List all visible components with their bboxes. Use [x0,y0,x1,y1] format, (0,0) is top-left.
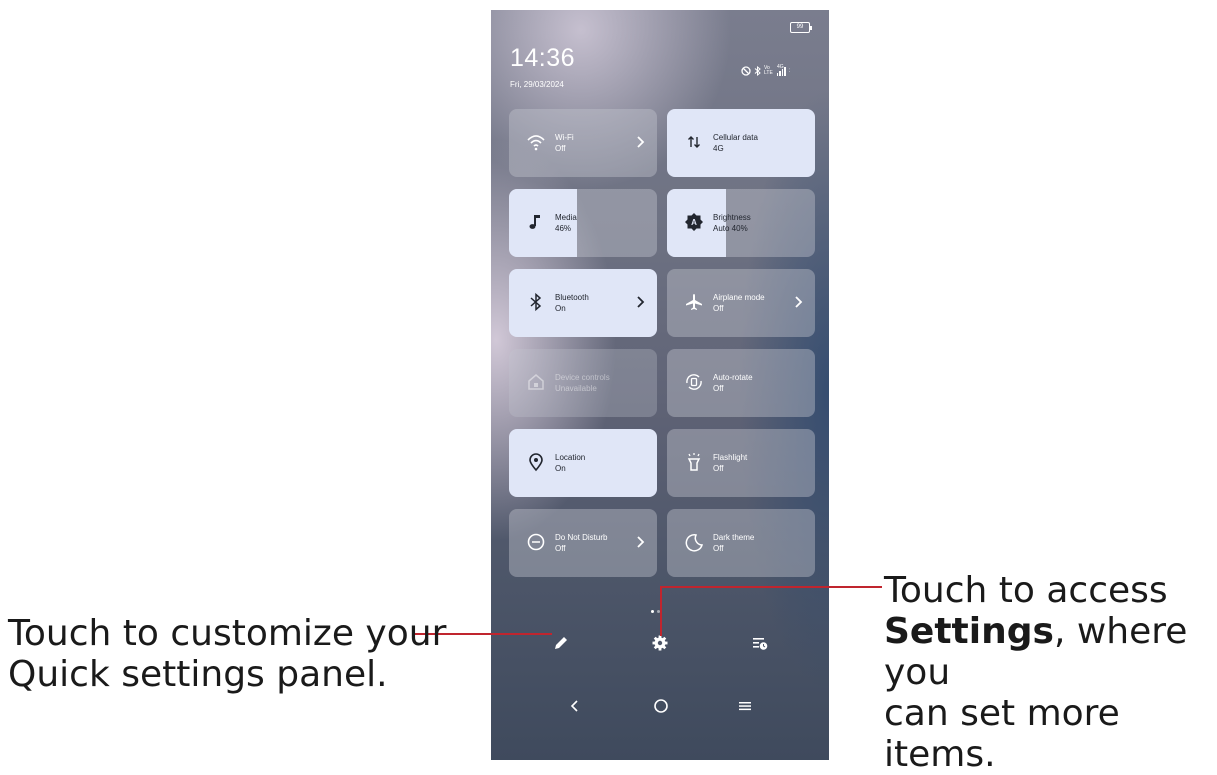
status-icons: Vo LTE 4G : [741,64,791,76]
tile-title: Brightness [713,213,751,222]
auto-rotate-icon [686,374,702,390]
tile-title: Flashlight [713,453,748,462]
tile-dark-theme[interactable]: Dark theme Off [667,509,815,577]
tile-label: Cellular data 4G [713,132,758,154]
home-circle-icon[interactable] [653,698,669,714]
tile-title: Device controls [555,373,610,382]
tile-state: On [555,304,566,313]
tile-state: Off [713,304,724,313]
tile-title: Do Not Disturb [555,533,608,542]
battery-indicator: 99 [790,22,812,33]
tile-state: 4G [713,144,724,153]
annotation-left-line1: Touch to customize your [8,613,447,654]
annotation-right-line3: can set more items. [884,693,1120,775]
tile-label: Flashlight Off [713,452,747,474]
brightness-auto-icon: A [685,213,703,231]
tile-label: Do Not Disturb Off [555,532,607,554]
bluetooth-icon [530,292,542,312]
tile-label: Auto-rotate Off [713,372,753,394]
airplane-icon [686,294,702,310]
tile-device-controls: Device controls Unavailable [509,349,657,417]
annotation-right: Touch to access Settings, where you can … [884,570,1217,775]
tile-label: Device controls Unavailable [555,372,610,394]
tile-bluetooth[interactable]: Bluetooth On [509,269,657,337]
tile-auto-rotate[interactable]: Auto-rotate Off [667,349,815,417]
tile-state: Off [713,464,724,473]
bluetooth-status-icon [754,66,761,76]
timer-list-icon[interactable] [751,634,769,652]
tile-label: Media 46% [555,212,577,234]
chevron-right-icon[interactable] [635,294,647,310]
gear-icon[interactable] [651,634,669,652]
home-icon [528,374,544,390]
signal-dots: : [788,68,791,74]
tile-title: Bluetooth [555,293,589,302]
tile-airplane-mode[interactable]: Airplane mode Off [667,269,815,337]
tile-state: Off [713,384,724,393]
tile-title: Location [555,453,586,462]
tile-label: Airplane mode Off [713,292,765,314]
data-arrows-icon [688,136,700,148]
music-note-icon [529,215,540,229]
menu-lines-icon[interactable] [737,698,753,714]
tile-state: On [555,464,566,473]
date: Fri, 29/03/2024 [510,80,564,89]
tile-flashlight[interactable]: Flashlight Off [667,429,815,497]
tile-title: Airplane mode [713,293,765,302]
annotation-right-settings: Settings [884,611,1054,652]
svg-text:A: A [691,218,697,227]
tile-cellular-data[interactable]: Cellular data 4G [667,109,815,177]
location-pin-icon [529,453,543,472]
tile-title: Cellular data [713,133,758,142]
annotation-left-line2: Quick settings panel. [8,654,388,695]
tile-location[interactable]: Location On [509,429,657,497]
status-bar: 99 14:36 Fri, 29/03/2024 Vo LTE 4G : [491,10,829,110]
leader-line-right-horizontal [660,586,882,588]
annotation-right-line1: Touch to access [884,570,1168,611]
tile-title: Dark theme [713,533,755,542]
tile-media[interactable]: Media 46% [509,189,657,257]
do-not-disturb-icon [527,533,545,551]
tile-state: Off [555,544,566,553]
chevron-right-icon[interactable] [793,294,805,310]
tile-state: Unavailable [555,384,597,393]
tile-brightness[interactable]: A Brightness Auto 40% [667,189,815,257]
tile-title: Media [555,213,577,222]
wifi-icon [527,135,545,151]
tile-label: Bluetooth On [555,292,589,314]
volte-label: Vo LTE [764,65,773,76]
network-label: 4G [777,64,784,70]
tile-title: Auto-rotate [713,373,753,382]
tile-do-not-disturb[interactable]: Do Not Disturb Off [509,509,657,577]
tile-label: Location On [555,452,585,474]
tile-label: Brightness Auto 40% [713,212,751,234]
tile-title: Wi-Fi [555,133,574,142]
pencil-icon[interactable] [552,634,570,652]
chevron-right-icon[interactable] [635,134,647,150]
vibrate-icon [741,66,751,76]
phone-screen: 99 14:36 Fri, 29/03/2024 Vo LTE 4G : Wi-… [491,10,829,760]
tile-state: Auto 40% [713,224,748,233]
back-icon[interactable] [567,698,583,714]
tile-label: Wi-Fi Off [555,132,574,154]
tile-wi-fi[interactable]: Wi-Fi Off [509,109,657,177]
clock: 14:36 [510,44,576,72]
leader-line-right-vertical [660,586,662,636]
moon-icon [685,534,703,552]
tile-state: Off [713,544,724,553]
chevron-right-icon[interactable] [635,534,647,550]
tile-state: Off [555,144,566,153]
tile-state: 46% [555,224,572,233]
tile-label: Dark theme Off [713,532,754,554]
flashlight-icon [687,453,701,471]
annotation-left: Touch to customize your Quick settings p… [8,613,446,695]
